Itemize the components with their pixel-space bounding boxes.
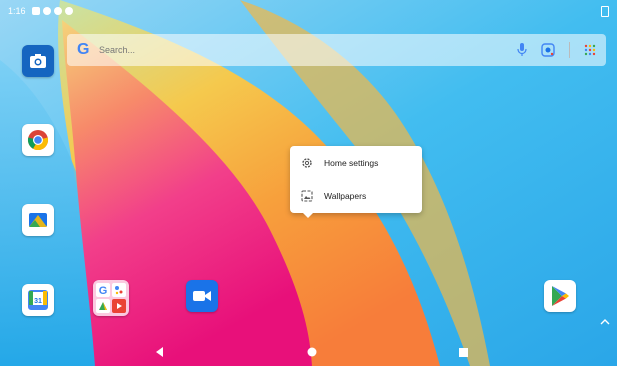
- home-icon: [307, 347, 317, 357]
- wallpapers-label: Wallpapers: [324, 191, 367, 201]
- folder-icon: G: [96, 283, 126, 313]
- search-input[interactable]: Search...: [99, 45, 135, 55]
- navigation-bar: [0, 338, 617, 366]
- battery-icon: [601, 6, 609, 17]
- play-store-icon: [552, 286, 569, 306]
- wallpaper-icon: [300, 189, 314, 203]
- calendar-date-text: 31: [34, 298, 42, 305]
- status-time: 1:16: [8, 6, 26, 16]
- search-divider: [569, 42, 570, 58]
- video-icon: [193, 291, 211, 301]
- back-icon: [156, 347, 163, 357]
- chevron-up-icon[interactable]: [599, 318, 611, 326]
- chrome-app[interactable]: [22, 124, 54, 156]
- chrome-notification-icon: [42, 7, 51, 15]
- home-button[interactable]: [297, 338, 327, 366]
- files-icon: [29, 213, 47, 227]
- search-bar[interactable]: G Search...: [67, 34, 606, 66]
- wallpapers-menu-item[interactable]: Wallpapers: [290, 181, 422, 211]
- meet-app[interactable]: [186, 280, 218, 312]
- calendar-app[interactable]: 31: [22, 284, 54, 316]
- home-context-menu: Home settings Wallpapers: [290, 146, 422, 218]
- lens-icon[interactable]: [541, 43, 555, 57]
- camera-icon: [30, 54, 46, 68]
- status-bar: 1:16: [0, 0, 617, 22]
- recents-icon: [458, 347, 468, 357]
- svg-text:G: G: [99, 285, 108, 297]
- chrome-notification-icon: [64, 7, 73, 15]
- home-settings-label: Home settings: [324, 158, 379, 168]
- files-app[interactable]: [22, 204, 54, 236]
- mic-icon[interactable]: [517, 43, 527, 57]
- google-folder[interactable]: G: [93, 280, 129, 316]
- search-actions: [517, 34, 596, 66]
- apps-grid-icon[interactable]: [584, 44, 596, 56]
- chrome-icon: [27, 130, 49, 151]
- calendar-icon: 31: [28, 290, 48, 310]
- popup-pointer: [303, 213, 313, 218]
- home-settings-menu-item[interactable]: Home settings: [290, 148, 422, 178]
- recents-button[interactable]: [448, 338, 478, 366]
- play-store-app[interactable]: [544, 280, 576, 312]
- google-logo-icon: G: [77, 41, 90, 58]
- camera-app[interactable]: [22, 45, 54, 77]
- settings-notification-icon: [53, 7, 62, 15]
- back-button[interactable]: [145, 338, 175, 366]
- gear-icon: [300, 156, 314, 170]
- notification-icon: [31, 7, 40, 15]
